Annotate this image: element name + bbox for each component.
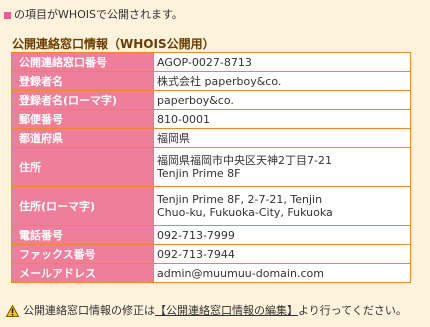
row-value-contact-number: AGOP-0027-8713 [153,52,411,72]
warning-icon [6,305,19,317]
row-label-email: メールアドレス [11,263,154,283]
table-row: 登録者名 株式会社 paperboy&co. [11,71,411,91]
row-value-registrant-name: 株式会社 paperboy&co. [153,71,411,91]
row-value-registrant-name-roman: paperboy&co. [153,90,411,110]
row-label-registrant-name: 登録者名 [11,71,154,91]
contact-info-table-wrap: 公開連絡窓口番号 AGOP-0027-8713 登録者名 株式会社 paperb… [11,52,411,283]
table-row: 登録者名(ローマ字) paperboy&co. [11,90,411,110]
address-line-2: Tenjin Prime 8F [157,167,241,180]
edit-instruction: 公開連絡窓口情報の修正は 【公開連絡窓口情報の編集】 より行ってください。 [6,304,407,318]
address-line-1: 福岡県福岡市中央区天神2丁目7-21 [157,154,332,167]
section-title: 公開連絡窓口情報（WHOIS公開用） [12,37,215,51]
row-value-address-roman: Tenjin Prime 8F, 2-7-21, Tenjin Chuo-ku,… [153,186,411,226]
row-label-prefecture: 都道府県 [11,128,154,148]
row-value-phone: 092-713-7999 [153,225,411,245]
row-label-contact-number: 公開連絡窓口番号 [11,52,154,72]
row-value-email: admin@muumuu-domain.com [153,263,411,283]
row-label-registrant-name-roman: 登録者名(ローマ字) [11,90,154,110]
row-value-fax: 092-713-7944 [153,244,411,264]
table-row: 公開連絡窓口番号 AGOP-0027-8713 [11,52,411,72]
row-value-address: 福岡県福岡市中央区天神2丁目7-21 Tenjin Prime 8F [153,147,411,187]
edit-instruction-prefix: 公開連絡窓口情報の修正は [23,304,155,317]
row-value-prefecture: 福岡県 [153,128,411,148]
table-row: 郵便番号 810-0001 [11,109,411,129]
table-row: ファックス番号 092-713-7944 [11,244,411,264]
row-label-address: 住所 [11,147,154,187]
table-row: 住所 福岡県福岡市中央区天神2丁目7-21 Tenjin Prime 8F [11,147,411,187]
contact-info-table: 公開連絡窓口番号 AGOP-0027-8713 登録者名 株式会社 paperb… [11,52,411,283]
edit-instruction-suffix: より行ってください。 [298,304,407,317]
row-label-fax: ファックス番号 [11,244,154,264]
address-roman-line-1: Tenjin Prime 8F, 2-7-21, Tenjin [157,193,323,206]
table-row: 住所(ローマ字) Tenjin Prime 8F, 2-7-21, Tenjin… [11,186,411,226]
table-row: 都道府県 福岡県 [11,128,411,148]
row-value-postal-code: 810-0001 [153,109,411,129]
row-label-address-roman: 住所(ローマ字) [11,186,154,226]
whois-notice-text: の項目がWHOISで公開されます。 [14,8,183,21]
row-label-phone: 電話番号 [11,225,154,245]
row-label-postal-code: 郵便番号 [11,109,154,129]
whois-notice: の項目がWHOISで公開されます。 [4,8,183,22]
edit-contact-info-link[interactable]: 【公開連絡窓口情報の編集】 [155,304,298,318]
pink-square-marker-icon [4,11,11,19]
address-roman-line-2: Chuo-ku, Fukuoka-City, Fukuoka [157,206,333,219]
table-row: 電話番号 092-713-7999 [11,225,411,245]
table-row: メールアドレス admin@muumuu-domain.com [11,263,411,283]
